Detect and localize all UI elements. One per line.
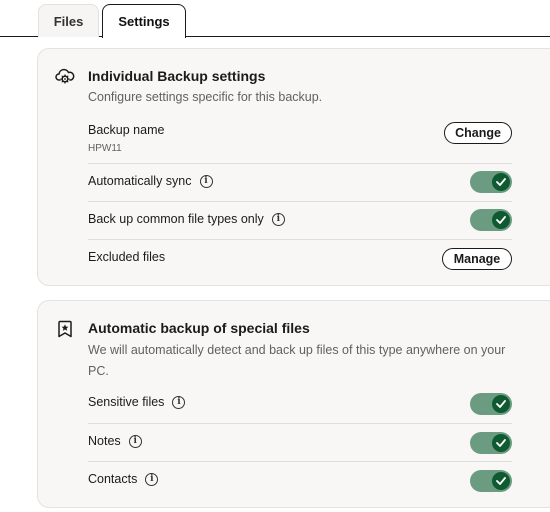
- contacts-toggle[interactable]: [470, 470, 512, 492]
- checkmark-icon: [496, 477, 506, 485]
- contacts-row: Contacts i: [88, 461, 512, 499]
- common-types-label-wrap: Back up common file types only i: [88, 212, 285, 226]
- contacts-label-wrap: Contacts i: [88, 472, 159, 486]
- common-types-label: Back up common file types only: [88, 212, 264, 226]
- individual-backup-settings-card: Individual Backup settings Configure set…: [37, 48, 550, 286]
- sensitive-files-label: Sensitive files: [88, 395, 165, 409]
- change-button[interactable]: Change: [444, 122, 512, 144]
- checkmark-icon: [496, 216, 506, 224]
- tab-bar: Files Settings: [0, 0, 550, 38]
- info-icon[interactable]: i: [145, 472, 159, 486]
- sensitive-files-label-wrap: Sensitive files i: [88, 395, 186, 409]
- contacts-label: Contacts: [88, 472, 138, 486]
- toggle-knob: [492, 173, 510, 191]
- cloud-gear-icon: [55, 66, 75, 86]
- tab-files[interactable]: Files: [38, 4, 99, 37]
- backup-name-row: Backup name HPW11 Change: [88, 121, 512, 163]
- manage-button[interactable]: Manage: [442, 248, 512, 270]
- info-icon[interactable]: i: [199, 174, 213, 188]
- info-icon[interactable]: i: [271, 212, 285, 226]
- notes-row: Notes i: [88, 423, 512, 461]
- checkmark-icon: [496, 178, 506, 186]
- toggle-knob: [492, 211, 510, 229]
- star-bookmark-icon: [55, 319, 75, 339]
- checkmark-icon: [496, 400, 506, 408]
- auto-sync-label-wrap: Automatically sync i: [88, 174, 213, 188]
- toggle-knob: [492, 395, 510, 413]
- toggle-knob: [492, 472, 510, 490]
- common-types-toggle[interactable]: [470, 209, 512, 231]
- notes-label-wrap: Notes i: [88, 434, 142, 448]
- info-icon[interactable]: i: [128, 434, 142, 448]
- auto-sync-toggle[interactable]: [470, 171, 512, 193]
- backup-name-value: HPW11: [88, 143, 122, 154]
- checkmark-icon: [496, 439, 506, 447]
- card-description: Configure settings specific for this bac…: [88, 90, 323, 104]
- card-title: Automatic backup of special files: [88, 320, 310, 336]
- backup-name-label: Backup name: [88, 123, 165, 137]
- auto-sync-row: Automatically sync i: [88, 163, 512, 201]
- info-icon[interactable]: i: [172, 395, 186, 409]
- sensitive-files-toggle[interactable]: [470, 393, 512, 415]
- common-types-row: Back up common file types only i: [88, 201, 512, 239]
- card-description: We will automatically detect and back up…: [88, 343, 506, 378]
- toggle-knob: [492, 434, 510, 452]
- excluded-files-row: Excluded files Manage: [88, 239, 512, 277]
- sensitive-files-row: Sensitive files i: [88, 385, 512, 423]
- excluded-files-label: Excluded files: [88, 250, 166, 264]
- card-title: Individual Backup settings: [88, 68, 266, 84]
- special-files-card: Automatic backup of special files We wil…: [37, 300, 550, 508]
- notes-label: Notes: [88, 434, 121, 448]
- notes-toggle[interactable]: [470, 432, 512, 454]
- tab-settings[interactable]: Settings: [102, 4, 186, 38]
- auto-sync-label: Automatically sync: [88, 174, 192, 188]
